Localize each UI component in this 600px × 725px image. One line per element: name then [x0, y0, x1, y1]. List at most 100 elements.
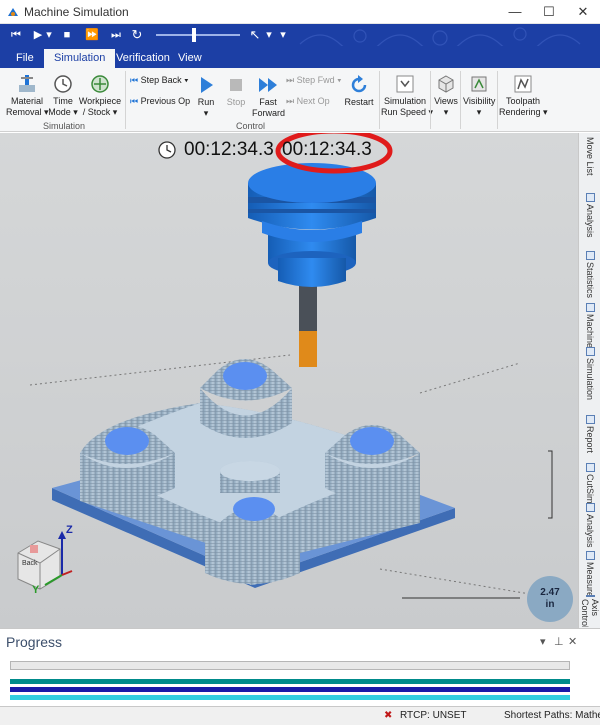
- side-tab-move-list[interactable]: Move List: [581, 137, 599, 176]
- side-tab-axis-control[interactable]: Axis Control: [581, 595, 599, 627]
- stop-icon: [230, 79, 242, 91]
- pointer-dropdown-icon[interactable]: ▾: [264, 27, 274, 43]
- workpiece-stock-label: Workpiece / Stock ▾: [78, 96, 122, 117]
- view-cube-label: Back: [22, 560, 38, 567]
- step-fwd-label: Step Fwd ▾: [296, 75, 342, 85]
- previous-op-icon: ⏮: [130, 96, 141, 106]
- tab-file[interactable]: File: [6, 49, 44, 68]
- views-arrow-icon: ▾: [443, 107, 449, 117]
- step-back-icon: ⏮: [130, 75, 141, 85]
- stop-label: Stop: [226, 97, 246, 107]
- dropdown-icon[interactable]: ▾: [44, 27, 54, 43]
- minimize-button[interactable]: —: [498, 0, 532, 24]
- side-tab-label: Statistics: [585, 262, 595, 299]
- progress-track-navy: [10, 687, 570, 692]
- run-arrow-icon: ▾: [203, 108, 209, 118]
- side-tab-label: Analysis: [585, 204, 595, 238]
- restart-icon[interactable]: ↻: [130, 27, 144, 43]
- group-separator: [125, 71, 126, 129]
- pointer-icon[interactable]: ↖: [248, 27, 262, 43]
- simulation-viewport[interactable]: Back Z Y 00:12:34.3 00:12:34.3 2.47 in: [0, 133, 578, 628]
- timer-clock-icon: [158, 141, 176, 159]
- play-icon[interactable]: ▶: [32, 27, 44, 43]
- side-tab-label: Analysis: [585, 514, 595, 548]
- simulation-run-speed-label: Simulation Run Speed ▾: [381, 96, 433, 117]
- side-tab-cutsim[interactable]: CutSim: [581, 463, 599, 504]
- fast-forward-button[interactable]: Fast Forward: [252, 74, 286, 119]
- tab-simulation[interactable]: Simulation: [44, 49, 116, 68]
- run-speed-icon: [396, 75, 414, 93]
- next-op-button[interactable]: ⏭ Next Op: [286, 95, 330, 107]
- side-tab-statistics[interactable]: Statistics: [581, 251, 599, 298]
- axis-y-label: Y: [32, 584, 40, 596]
- side-panel-tabs: Move List Analysis Statistics Machine Si…: [578, 133, 600, 628]
- view-cube[interactable]: Back: [17, 540, 61, 590]
- progress-track-teal: [10, 679, 570, 684]
- restart-button[interactable]: Restart: [343, 74, 375, 108]
- simulation-time-display: 00:12:34.3: [184, 139, 274, 160]
- restart-icon: [351, 75, 367, 93]
- previous-op-label: Previous Op: [140, 96, 191, 106]
- customize-qat-icon[interactable]: ▾: [278, 27, 288, 43]
- boss-back: [200, 359, 292, 438]
- side-tab-label: CutSim: [585, 474, 595, 504]
- pane-options-icon[interactable]: ▾: [540, 635, 546, 648]
- time-mode-button[interactable]: Time Mode ▾: [48, 73, 78, 118]
- scale-value: 2.47: [540, 587, 560, 598]
- skip-end-icon[interactable]: ⏭: [108, 27, 124, 43]
- material-removal-label: Material Removal ▾: [6, 96, 49, 117]
- speed-slider-thumb[interactable]: [191, 28, 196, 42]
- side-tab-report[interactable]: Report: [581, 415, 599, 453]
- material-removal-button[interactable]: Material Removal ▾: [6, 73, 49, 118]
- pane-close-icon[interactable]: ✕: [568, 635, 577, 648]
- analysis-icon: [585, 503, 595, 512]
- pane-pin-icon[interactable]: ⊥: [554, 635, 564, 648]
- axis-control-icon: [585, 595, 595, 597]
- step-fwd-button[interactable]: ⏭ Step Fwd ▾: [286, 74, 342, 86]
- side-tab-simulation[interactable]: Simulation: [581, 347, 599, 400]
- axis-z-label: Z: [66, 524, 73, 536]
- simulation-run-speed-button[interactable]: Simulation Run Speed ▾: [381, 73, 433, 118]
- previous-op-button[interactable]: ⏮ Previous Op: [130, 95, 190, 107]
- tab-view[interactable]: View: [168, 49, 212, 68]
- stop-button[interactable]: Stop: [222, 74, 250, 108]
- fast-forward-icon[interactable]: ⏩: [84, 27, 100, 43]
- toolpath-rendering-button[interactable]: Toolpath Rendering ▾: [499, 73, 548, 118]
- report-icon: [585, 415, 595, 424]
- toolpath-icon: [514, 75, 532, 93]
- group-separator: [460, 71, 461, 129]
- dimension-line: [548, 450, 553, 519]
- visibility-label: Visibility: [463, 96, 496, 106]
- stop-icon[interactable]: ■: [60, 27, 74, 43]
- cutting-tool: [248, 163, 376, 367]
- side-tab-analysis[interactable]: Analysis: [581, 193, 599, 238]
- rewind-icon[interactable]: ⏮: [8, 27, 24, 43]
- simulation-time-overlay: 00:12:34.3: [282, 139, 372, 160]
- side-tab-label: Machine: [585, 314, 595, 349]
- status-bar: ✖ RTCP: UNSET Shortest Paths: Mathem...: [0, 706, 600, 725]
- progress-bar: [10, 661, 570, 670]
- side-tab-label: Report: [585, 426, 595, 454]
- side-tab-analysis-2[interactable]: Analysis: [581, 503, 599, 548]
- progress-track-cyan: [10, 695, 570, 700]
- fast-forward-icon: [259, 78, 277, 92]
- views-button[interactable]: Views ▾: [433, 73, 459, 118]
- side-tab-machine[interactable]: Machine: [581, 303, 599, 348]
- group-separator: [430, 71, 431, 129]
- next-op-icon: ⏭: [286, 96, 297, 106]
- maximize-button[interactable]: ☐: [532, 0, 566, 24]
- cutsim-icon: [585, 463, 595, 472]
- close-button[interactable]: ✕: [566, 0, 600, 24]
- visibility-button[interactable]: Visibility ▾: [463, 73, 495, 118]
- run-button[interactable]: Run ▾: [193, 74, 219, 119]
- workpiece-stock-button[interactable]: Workpiece / Stock ▾: [78, 73, 122, 118]
- fast-forward-label: Fast Forward: [252, 97, 286, 118]
- speed-slider-track[interactable]: [156, 34, 240, 36]
- step-back-button[interactable]: ⏮ Step Back ▾: [130, 74, 189, 86]
- group-label-control: Control: [236, 121, 266, 131]
- machine-scene: Back Z Y: [17, 133, 561, 600]
- error-icon: ✖: [384, 710, 393, 721]
- time-mode-label: Time Mode ▾: [48, 96, 78, 117]
- side-tab-measure[interactable]: Measure: [581, 551, 599, 597]
- progress-title: Progress: [6, 634, 63, 650]
